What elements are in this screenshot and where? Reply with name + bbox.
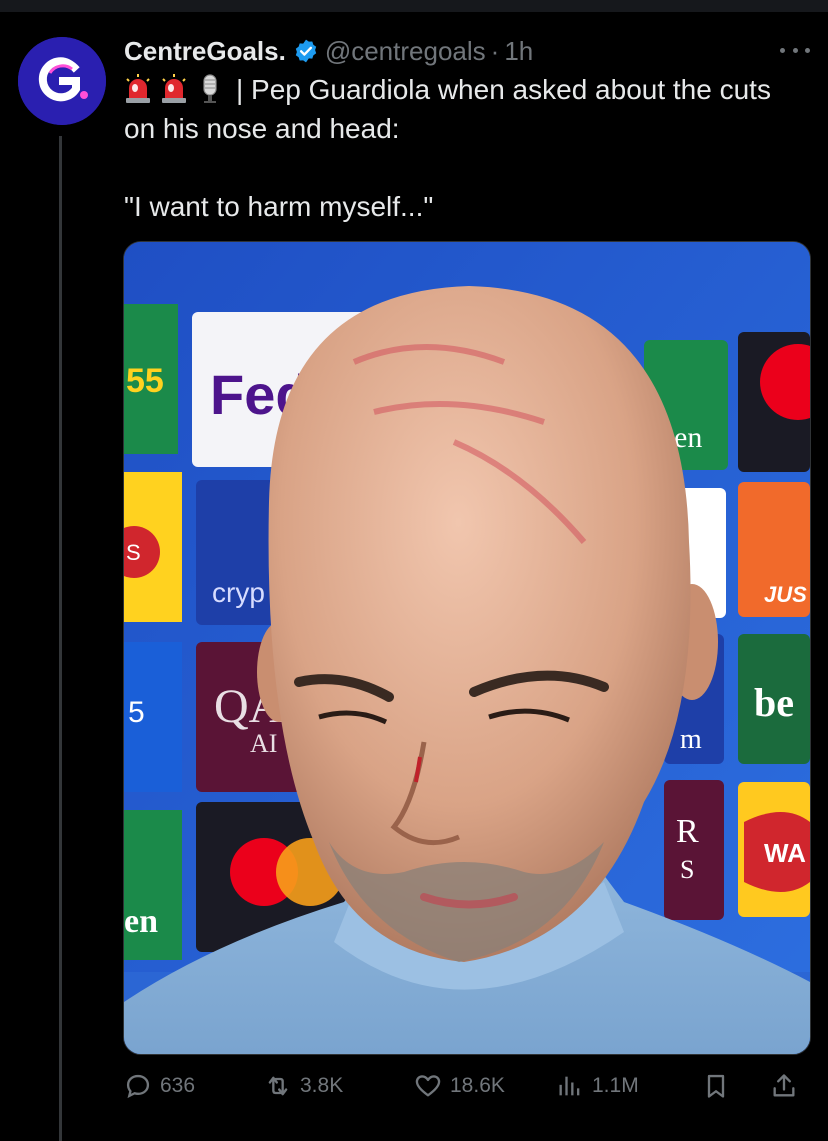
emoji-prefix <box>124 74 232 104</box>
bookmark-icon <box>707 1074 725 1098</box>
views-chart-icon <box>559 1076 580 1096</box>
avatar[interactable] <box>18 37 106 125</box>
top-divider <box>0 0 828 12</box>
more-options-icon[interactable] <box>780 40 810 60</box>
views-button[interactable]: 1.1M <box>556 1072 639 1100</box>
svg-text:5: 5 <box>128 696 145 729</box>
heart-icon <box>415 1075 441 1097</box>
author-display-name[interactable]: CentreGoals. <box>124 36 286 67</box>
reply-button[interactable]: 636 <box>124 1072 195 1100</box>
svg-text:R: R <box>676 813 699 850</box>
svg-text:en: en <box>124 903 158 940</box>
rotating-light-icon <box>126 74 150 103</box>
photo-press-conference: 55 Fed S cryp 5 QA AI en en JUS be m R S… <box>124 242 810 1054</box>
retweet-count: 3.8K <box>300 1074 344 1097</box>
verified-badge-icon <box>293 38 319 64</box>
tweet-actions: 636 3.8K 18.6K 1.1M <box>124 1066 814 1106</box>
like-button[interactable]: 18.6K <box>414 1072 505 1100</box>
svg-text:WA: WA <box>764 838 806 868</box>
reply-icon <box>126 1074 150 1099</box>
share-icon <box>773 1074 795 1097</box>
separator-dot: · <box>490 35 500 66</box>
author-handle[interactable]: @centregoals <box>325 36 486 67</box>
svg-text:cryp: cryp <box>212 577 265 608</box>
svg-text:S: S <box>680 855 694 884</box>
svg-text:55: 55 <box>126 362 164 400</box>
svg-text:be: be <box>754 680 794 725</box>
svg-text:en: en <box>674 421 702 454</box>
tweet-body: | Pep Guardiola when asked about the cut… <box>124 70 804 226</box>
retweet-icon <box>268 1076 288 1096</box>
rotating-light-icon <box>162 74 186 103</box>
views-count: 1.1M <box>592 1074 639 1097</box>
svg-text:m: m <box>680 724 702 755</box>
tweet-header: CentreGoals. @centregoals · 1h <box>124 32 814 70</box>
thread-line <box>59 136 62 1141</box>
avatar-logo-icon <box>18 37 106 125</box>
bookmark-button[interactable] <box>702 1072 738 1100</box>
retweet-button[interactable]: 3.8K <box>264 1072 343 1100</box>
like-count: 18.6K <box>450 1074 505 1097</box>
svg-text:AI: AI <box>250 729 277 758</box>
reply-count: 636 <box>160 1074 196 1097</box>
tweet-quote: "I want to harm myself..." <box>124 191 434 222</box>
timestamp[interactable]: 1h <box>504 36 533 67</box>
svg-text:S: S <box>126 540 141 565</box>
svg-text:JUS: JUS <box>764 582 807 607</box>
microphone-icon <box>203 74 217 103</box>
share-button[interactable] <box>770 1072 806 1100</box>
tweet-media-photo[interactable]: 55 Fed S cryp 5 QA AI en en JUS be m R S… <box>123 241 811 1055</box>
